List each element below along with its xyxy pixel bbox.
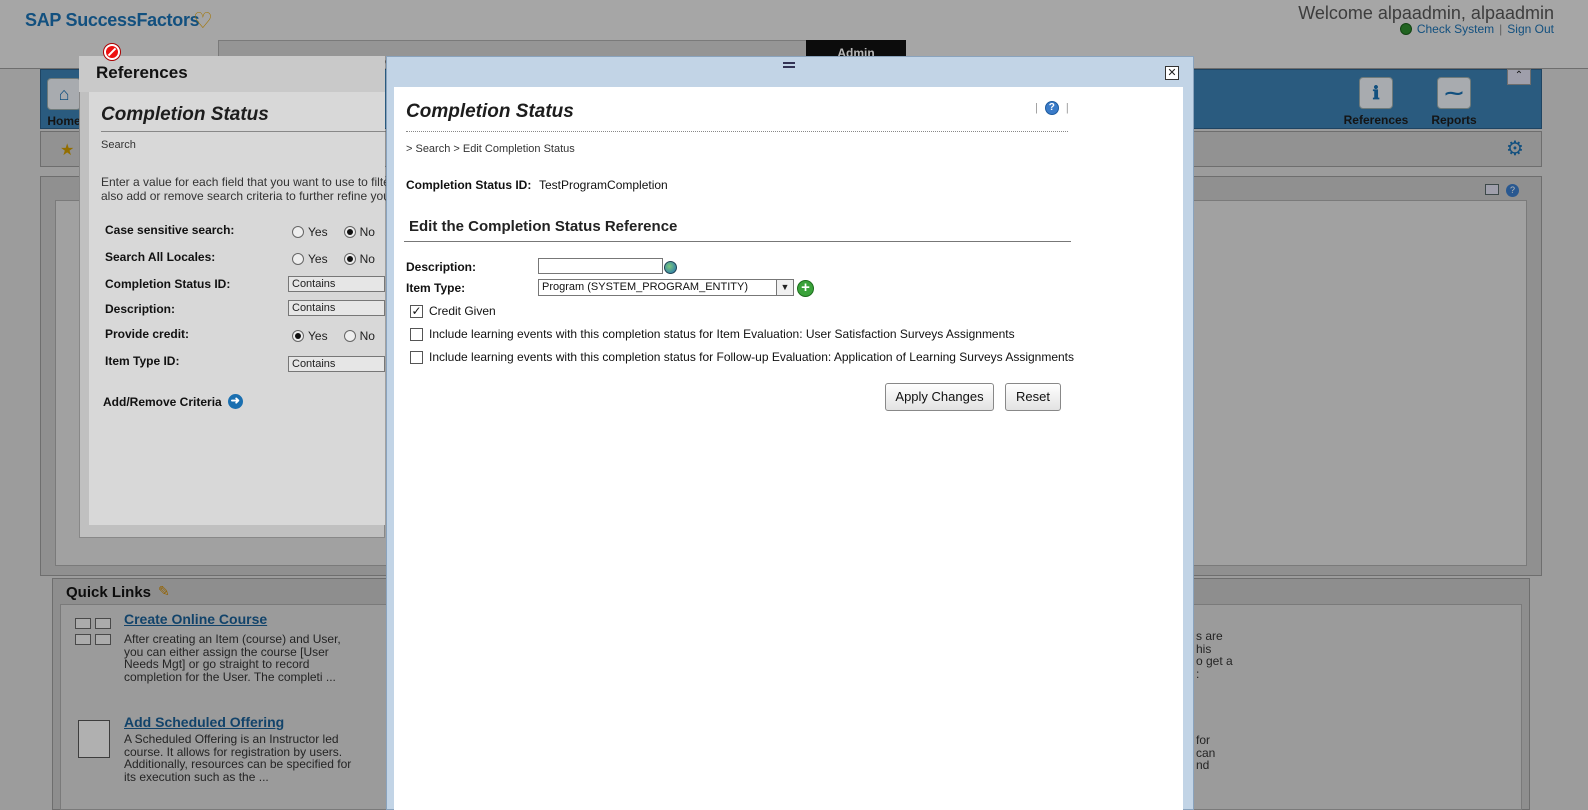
status-id-label: Completion Status ID: bbox=[105, 277, 231, 291]
item-type-id-label: Item Type ID: bbox=[105, 354, 180, 368]
case-sensitive-yes-radio[interactable] bbox=[292, 226, 304, 238]
credit-given-label: Credit Given bbox=[429, 304, 496, 318]
credit-given-checkbox[interactable]: ✓ bbox=[410, 304, 423, 318]
description-label: Description: bbox=[406, 260, 477, 274]
globe-icon[interactable] bbox=[664, 261, 677, 274]
radio-no-label: No bbox=[359, 225, 375, 239]
item-evaluation-checkbox[interactable] bbox=[410, 327, 423, 341]
close-icon[interactable] bbox=[104, 44, 120, 60]
references-crumb: Search bbox=[101, 139, 136, 151]
radio-yes-label: Yes bbox=[308, 329, 328, 343]
separator: | bbox=[1035, 102, 1038, 114]
add-remove-criteria-link[interactable]: Add/Remove Criteria ➜ bbox=[103, 394, 243, 409]
divider bbox=[404, 241, 1071, 242]
description-label: Description: bbox=[105, 302, 176, 316]
modal-body bbox=[394, 87, 1183, 810]
provide-credit-no-radio[interactable] bbox=[343, 330, 356, 342]
status-id-value: TestProgramCompletion bbox=[539, 178, 668, 192]
description-operator-select[interactable]: Contains bbox=[288, 300, 385, 316]
section-heading: Edit the Completion Status Reference bbox=[409, 218, 678, 235]
item-type-label: Item Type: bbox=[406, 281, 466, 295]
item-evaluation-row: Include learning events with this comple… bbox=[410, 327, 1015, 341]
help-area: | ? | bbox=[1035, 101, 1069, 115]
followup-evaluation-checkbox[interactable] bbox=[410, 350, 423, 364]
all-locales-no-radio[interactable] bbox=[343, 253, 356, 265]
references-instructions: Enter a value for each field that you wa… bbox=[101, 175, 403, 203]
radio-no-label: No bbox=[359, 252, 375, 266]
breadcrumb[interactable]: > Search > Edit Completion Status bbox=[406, 143, 575, 155]
drag-handle-icon[interactable] bbox=[783, 62, 795, 68]
chevron-down-icon[interactable]: ▼ bbox=[776, 280, 793, 295]
provide-credit-label: Provide credit: bbox=[105, 327, 190, 341]
arrow-right-icon: ➜ bbox=[227, 394, 243, 409]
radio-yes-label: Yes bbox=[308, 252, 328, 266]
status-id-label: Completion Status ID: bbox=[406, 178, 532, 192]
reset-button[interactable]: Reset bbox=[1005, 383, 1061, 411]
close-icon[interactable]: ✕ bbox=[1165, 66, 1179, 80]
add-remove-criteria-label: Add/Remove Criteria bbox=[103, 394, 222, 409]
credit-given-row: ✓ Credit Given bbox=[410, 304, 496, 318]
references-heading: Completion Status bbox=[101, 104, 269, 125]
page-title: Completion Status bbox=[406, 101, 574, 122]
separator: | bbox=[1065, 102, 1069, 114]
all-locales-yes-radio[interactable] bbox=[292, 253, 304, 265]
followup-evaluation-row: Include learning events with this comple… bbox=[410, 350, 1074, 364]
item-type-id-operator-select[interactable]: Contains bbox=[288, 356, 385, 372]
divider bbox=[101, 131, 385, 132]
status-id-operator-select[interactable]: Contains bbox=[288, 276, 385, 292]
apply-changes-button[interactable]: Apply Changes bbox=[885, 383, 994, 411]
case-sensitive-no-radio[interactable] bbox=[343, 226, 356, 238]
followup-evaluation-label: Include learning events with this comple… bbox=[429, 350, 1075, 364]
provide-credit-radios: Yes No bbox=[292, 329, 375, 343]
provide-credit-yes-radio[interactable] bbox=[292, 330, 304, 342]
radio-yes-label: Yes bbox=[308, 225, 328, 239]
description-input[interactable] bbox=[538, 258, 663, 274]
item-type-select[interactable]: Program (SYSTEM_PROGRAM_ENTITY) bbox=[538, 279, 794, 296]
add-icon[interactable]: + bbox=[797, 280, 814, 297]
radio-no-label: No bbox=[359, 329, 375, 343]
case-sensitive-radios: Yes No bbox=[292, 225, 375, 239]
all-locales-label: Search All Locales: bbox=[105, 250, 216, 264]
case-sensitive-label: Case sensitive search: bbox=[105, 223, 235, 237]
help-icon[interactable]: ? bbox=[1044, 101, 1059, 115]
all-locales-radios: Yes No bbox=[292, 252, 375, 266]
divider bbox=[406, 131, 1068, 132]
item-evaluation-label: Include learning events with this comple… bbox=[429, 327, 1015, 341]
references-popup-title: References bbox=[96, 63, 188, 82]
